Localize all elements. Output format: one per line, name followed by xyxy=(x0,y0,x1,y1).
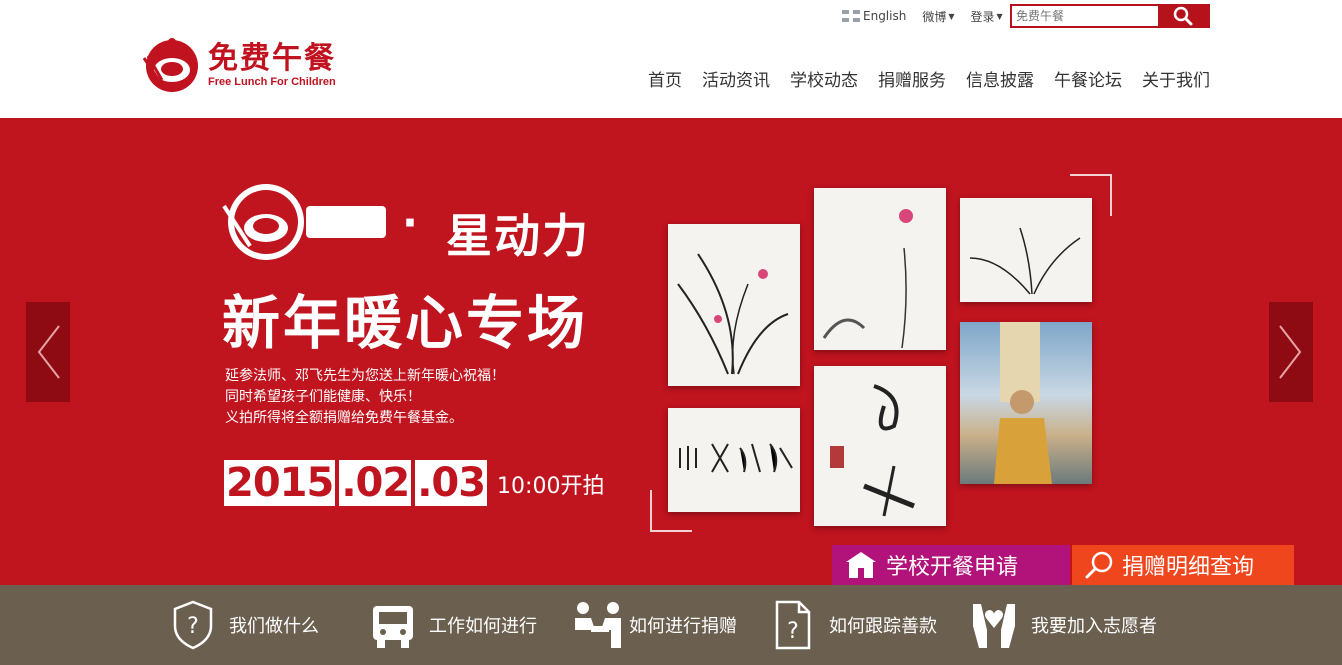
feature-label: 如何进行捐赠 xyxy=(629,616,737,637)
search-icon xyxy=(1085,551,1113,579)
nav-disclosure[interactable]: 信息披露 xyxy=(966,66,1034,91)
orchid-painting-icon xyxy=(822,209,913,349)
banner-subtitle: 新年暖心专场 xyxy=(222,289,589,357)
banner-description: 延参法师、邓飞先生为您送上新年暖心祝福！ 同时希望孩子们能健康、快乐！ 义拍所得… xyxy=(225,366,505,429)
nav-home[interactable]: 首页 xyxy=(648,66,682,91)
feature-label: 我们做什么 xyxy=(229,616,319,637)
next-slide-button[interactable] xyxy=(1269,302,1313,402)
caret-down-icon: ▼ xyxy=(948,11,955,21)
nav-donate[interactable]: 捐赠服务 xyxy=(878,66,946,91)
language-switch[interactable]: English xyxy=(842,9,906,23)
shield-question-icon: ? xyxy=(173,600,213,650)
painting-orchid-2 xyxy=(814,188,946,350)
nav-news[interactable]: 活动资讯 xyxy=(702,66,770,91)
donation-query-button[interactable]: 捐赠明细查询 xyxy=(1072,545,1294,585)
banner-title: 星动力 xyxy=(446,209,590,263)
painting-calligraphy-1 xyxy=(668,408,800,512)
date-year: 2015 xyxy=(224,460,336,506)
painting-orchid-1 xyxy=(668,224,800,386)
school-apply-button[interactable]: 学校开餐申请 xyxy=(832,545,1070,585)
feature-label: 工作如何进行 xyxy=(429,616,537,637)
desc-line: 义拍所得将全额捐赠给免费午餐基金。 xyxy=(225,410,463,426)
nav-forum[interactable]: 午餐论坛 xyxy=(1054,66,1122,91)
feature-what-we-do[interactable]: ? 我们做什么 xyxy=(171,600,371,650)
uk-flag-icon xyxy=(842,10,860,22)
banner-dot: · xyxy=(402,198,418,247)
weibo-menu[interactable]: 微博 ▼ xyxy=(922,8,954,25)
feature-how-it-works[interactable]: 工作如何进行 xyxy=(371,600,571,650)
svg-text:?: ? xyxy=(787,619,799,644)
painting-calligraphy-2 xyxy=(814,366,946,526)
login-menu[interactable]: 登录 ▼ xyxy=(971,8,1003,25)
feature-label: 我要加入志愿者 xyxy=(1031,616,1157,637)
search-input[interactable] xyxy=(1012,6,1158,26)
auction-date: 2015 .02 .03 10:00开拍 xyxy=(224,460,604,506)
english-link[interactable]: English xyxy=(863,9,906,23)
apply-label: 学校开餐申请 xyxy=(886,555,1019,580)
desc-line: 延参法师、邓飞先生为您送上新年暖心祝福！ xyxy=(225,368,505,384)
calligraphy-icon xyxy=(830,384,915,517)
feature-bar: ? 我们做什么 工作如何进行 如何进行捐赠 ? 如何跟踪善款 我要加入志愿者 xyxy=(0,585,1342,665)
feature-how-to-donate[interactable]: 如何进行捐赠 xyxy=(571,600,771,650)
hero-banner[interactable]: · 星动力 新年暖心专场 延参法师、邓飞先生为您送上新年暖心祝福！ 同时希望孩子… xyxy=(0,118,1342,585)
nav-school[interactable]: 学校动态 xyxy=(790,66,858,91)
date-month: .02 xyxy=(339,460,412,506)
nav-about[interactable]: 关于我们 xyxy=(1142,66,1210,91)
orchid-painting-icon xyxy=(677,253,789,375)
banner-logo-icon xyxy=(222,184,386,260)
logo-cn-text: 免费午餐 xyxy=(208,41,336,76)
search-icon xyxy=(1173,6,1193,26)
feature-label: 如何跟踪善款 xyxy=(829,616,937,637)
logo-en-text: Free Lunch For Children xyxy=(208,76,336,88)
free-lunch-logo-icon xyxy=(142,38,198,92)
prev-slide-button[interactable] xyxy=(26,302,70,402)
desc-line: 同时希望孩子们能健康、快乐！ xyxy=(225,389,421,405)
truck-icon xyxy=(373,606,413,648)
hands-heart-icon xyxy=(973,604,1015,648)
search-button[interactable] xyxy=(1158,6,1208,26)
search-box xyxy=(1010,4,1210,28)
monk-photo-icon xyxy=(994,322,1052,484)
main-nav: 首页 活动资讯 学校动态 捐赠服务 信息披露 午餐论坛 关于我们 xyxy=(628,66,1210,91)
document-question-icon: ? xyxy=(775,600,811,650)
feature-volunteer[interactable]: 我要加入志愿者 xyxy=(971,600,1171,650)
weibo-label: 微博 xyxy=(922,9,947,24)
utility-bar: English 微博 ▼ 登录 ▼ xyxy=(842,4,1019,28)
auction-time: 10:00开拍 xyxy=(497,474,605,499)
svg-text:?: ? xyxy=(187,614,199,639)
query-label: 捐赠明细查询 xyxy=(1122,555,1255,580)
chevron-left-icon xyxy=(37,325,60,379)
donate-people-icon xyxy=(575,602,621,648)
monk-photo xyxy=(960,322,1092,484)
painting-orchid-3 xyxy=(960,198,1092,302)
chevron-right-icon xyxy=(1279,325,1302,379)
caret-down-icon: ▼ xyxy=(996,11,1003,21)
calligraphy-icon xyxy=(679,443,793,473)
orchid-painting-icon xyxy=(969,227,1081,295)
date-day: .03 xyxy=(415,460,488,506)
school-icon xyxy=(846,552,876,578)
login-label: 登录 xyxy=(970,9,995,24)
feature-track-funds[interactable]: ? 如何跟踪善款 xyxy=(771,600,971,650)
site-logo[interactable]: 免费午餐 Free Lunch For Children xyxy=(140,36,336,94)
